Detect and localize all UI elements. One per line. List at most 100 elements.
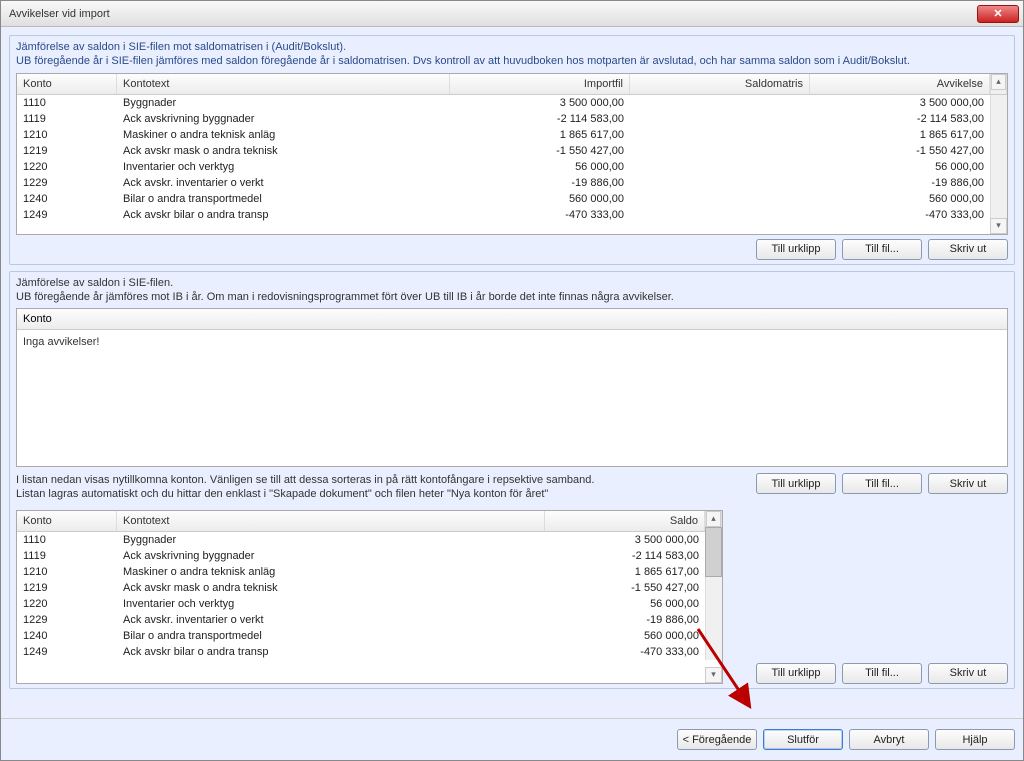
cell-konto: 1119 [17, 111, 117, 127]
scroll-up-icon[interactable]: ▴ [991, 74, 1006, 90]
th-avvikelse[interactable]: Avvikelse [810, 74, 990, 94]
cell-saldo: -2 114 583,00 [545, 548, 705, 564]
table1-header: Konto Kontotext Importfil Saldomatris Av… [17, 74, 1007, 95]
scrollbar-thumb[interactable] [705, 527, 722, 577]
cell-kontotext: Ack avskr. inventarier o verkt [117, 612, 545, 628]
cell-avvikelse: 56 000,00 [810, 159, 990, 175]
help-button[interactable]: Hjälp [935, 729, 1015, 750]
cell-konto: 1240 [17, 191, 117, 207]
skriv-ut-button[interactable]: Skriv ut [928, 239, 1008, 260]
cell-konto: 1220 [17, 159, 117, 175]
till-fil-button[interactable]: Till fil... [842, 239, 922, 260]
cell-saldomatris [630, 143, 810, 159]
table-row[interactable]: 1249Ack avskr bilar o andra transp-470 3… [17, 207, 1007, 223]
cell-saldomatris [630, 127, 810, 143]
table-row[interactable]: 1229Ack avskr. inventarier o verkt-19 88… [17, 175, 1007, 191]
table-row[interactable]: 1240Bilar o andra transportmedel 560 000,… [17, 191, 1007, 207]
cell-kontotext: Inventarier och verktyg [117, 159, 450, 175]
cell-avvikelse: -19 886,00 [810, 175, 990, 191]
till-urklipp-button-3[interactable]: Till urklipp [756, 663, 836, 684]
no-deviations-msg: Inga avvikelser! [17, 330, 1007, 354]
table-row[interactable]: 1220Inventarier och verktyg56 000,00 [17, 596, 722, 612]
cell-kontotext: Ack avskr mask o andra teknisk [117, 143, 450, 159]
table-row[interactable]: 1229Ack avskr. inventarier o verkt-19 88… [17, 612, 722, 628]
table-row[interactable]: 1240Bilar o andra transportmedel560 000,… [17, 628, 722, 644]
close-icon: ✕ [993, 7, 1002, 20]
table2: Konto Inga avvikelser! [16, 308, 1008, 467]
th-importfil[interactable]: Importfil [450, 74, 630, 94]
cell-kontotext: Ack avskrivning byggnader [117, 548, 545, 564]
cell-avvikelse: -470 333,00 [810, 207, 990, 223]
table2-header: Konto [17, 309, 1007, 330]
table-row[interactable]: 1219Ack avskr mask o andra teknisk-1 550… [17, 143, 1007, 159]
th-saldo[interactable]: Saldo [545, 511, 705, 531]
cell-avvikelse: 3 500 000,00 [810, 95, 990, 111]
section1-line2: UB föregående år i SIE-filen jämföres me… [16, 54, 1008, 68]
cell-konto: 1119 [17, 548, 117, 564]
cell-importfil: -1 550 427,00 [450, 143, 630, 159]
cell-importfil: -2 114 583,00 [450, 111, 630, 127]
th-saldomatris[interactable]: Saldomatris [630, 74, 810, 94]
finish-button[interactable]: Slutför [763, 729, 843, 750]
cell-kontotext: Ack avskrivning byggnader [117, 111, 450, 127]
cell-saldomatris [630, 191, 810, 207]
cell-konto: 1210 [17, 127, 117, 143]
th-konto[interactable]: Konto [17, 511, 117, 531]
table3: Konto Kontotext Saldo ▴ 1110Byggnader3 5… [16, 510, 723, 684]
table-row[interactable]: 1220Inventarier och verktyg56 000,0056 0… [17, 159, 1007, 175]
cell-saldo: 1 865 617,00 [545, 564, 705, 580]
scroll-down-icon[interactable]: ▾ [705, 667, 722, 683]
cell-kontotext: Ack avskr. inventarier o verkt [117, 175, 450, 191]
till-urklipp-button-2[interactable]: Till urklipp [756, 473, 836, 494]
cell-kontotext: Maskiner o andra teknisk anläg [117, 564, 545, 580]
section2-line2: UB föregående år jämföres mot IB i år. O… [16, 290, 1008, 304]
cell-kontotext: Inventarier och verktyg [117, 596, 545, 612]
cell-kontotext: Byggnader [117, 95, 450, 111]
cell-avvikelse: 560 000,00 [810, 191, 990, 207]
cell-saldo: -19 886,00 [545, 612, 705, 628]
cell-konto: 1249 [17, 207, 117, 223]
till-fil-button-2[interactable]: Till fil... [842, 473, 922, 494]
content-area: Jämförelse av saldon i SIE-filen mot sal… [1, 27, 1023, 718]
section2-panel: Jämförelse av saldon i SIE-filen. UB för… [9, 271, 1015, 689]
table-row[interactable]: 1119Ack avskrivning byggnader-2 114 583,… [17, 111, 1007, 127]
table-row[interactable]: 1119Ack avskrivning byggnader-2 114 583,… [17, 548, 722, 564]
cell-konto: 1110 [17, 532, 117, 548]
cell-saldo: -1 550 427,00 [545, 580, 705, 596]
cell-konto: 1110 [17, 95, 117, 111]
th-konto[interactable]: Konto [17, 309, 1007, 329]
till-fil-button-3[interactable]: Till fil... [842, 663, 922, 684]
table-row[interactable]: 1110Byggnader3 500 000,00 [17, 532, 722, 548]
cell-importfil: -19 886,00 [450, 175, 630, 191]
scroll-up-icon[interactable]: ▴ [706, 511, 721, 527]
th-konto[interactable]: Konto [17, 74, 117, 94]
cancel-button[interactable]: Avbryt [849, 729, 929, 750]
close-button[interactable]: ✕ [977, 5, 1019, 23]
cell-kontotext: Bilar o andra transportmedel [117, 191, 450, 207]
till-urklipp-button[interactable]: Till urklipp [756, 239, 836, 260]
cell-saldomatris [630, 95, 810, 111]
table-row[interactable]: 1210Maskiner o andra teknisk anläg1 865 … [17, 127, 1007, 143]
table-row[interactable]: 1210Maskiner o andra teknisk anläg1 865 … [17, 564, 722, 580]
cell-saldo: 560 000,00 [545, 628, 705, 644]
cell-konto: 1240 [17, 628, 117, 644]
cell-konto: 1219 [17, 580, 117, 596]
window-title: Avvikelser vid import [9, 8, 110, 20]
section3-line1: I listan nedan visas nytillkomna konton.… [16, 473, 724, 487]
wizard-buttons: < Föregående Slutför Avbryt Hjälp [1, 718, 1023, 760]
cell-saldo: -470 333,00 [545, 644, 705, 660]
cell-saldomatris [630, 207, 810, 223]
skriv-ut-button-3[interactable]: Skriv ut [928, 663, 1008, 684]
table-row[interactable]: 1110Byggnader3 500 000,003 500 000,00 [17, 95, 1007, 111]
skriv-ut-button-2[interactable]: Skriv ut [928, 473, 1008, 494]
previous-button[interactable]: < Föregående [677, 729, 757, 750]
cell-konto: 1210 [17, 564, 117, 580]
cell-avvikelse: 1 865 617,00 [810, 127, 990, 143]
table-row[interactable]: 1249Ack avskr bilar o andra transp-470 3… [17, 644, 722, 660]
th-kontotext[interactable]: Kontotext [117, 511, 545, 531]
th-kontotext[interactable]: Kontotext [117, 74, 450, 94]
scroll-down-icon[interactable]: ▾ [990, 218, 1007, 234]
section1-panel: Jämförelse av saldon i SIE-filen mot sal… [9, 35, 1015, 265]
cell-importfil: -470 333,00 [450, 207, 630, 223]
table-row[interactable]: 1219Ack avskr mask o andra teknisk-1 550… [17, 580, 722, 596]
